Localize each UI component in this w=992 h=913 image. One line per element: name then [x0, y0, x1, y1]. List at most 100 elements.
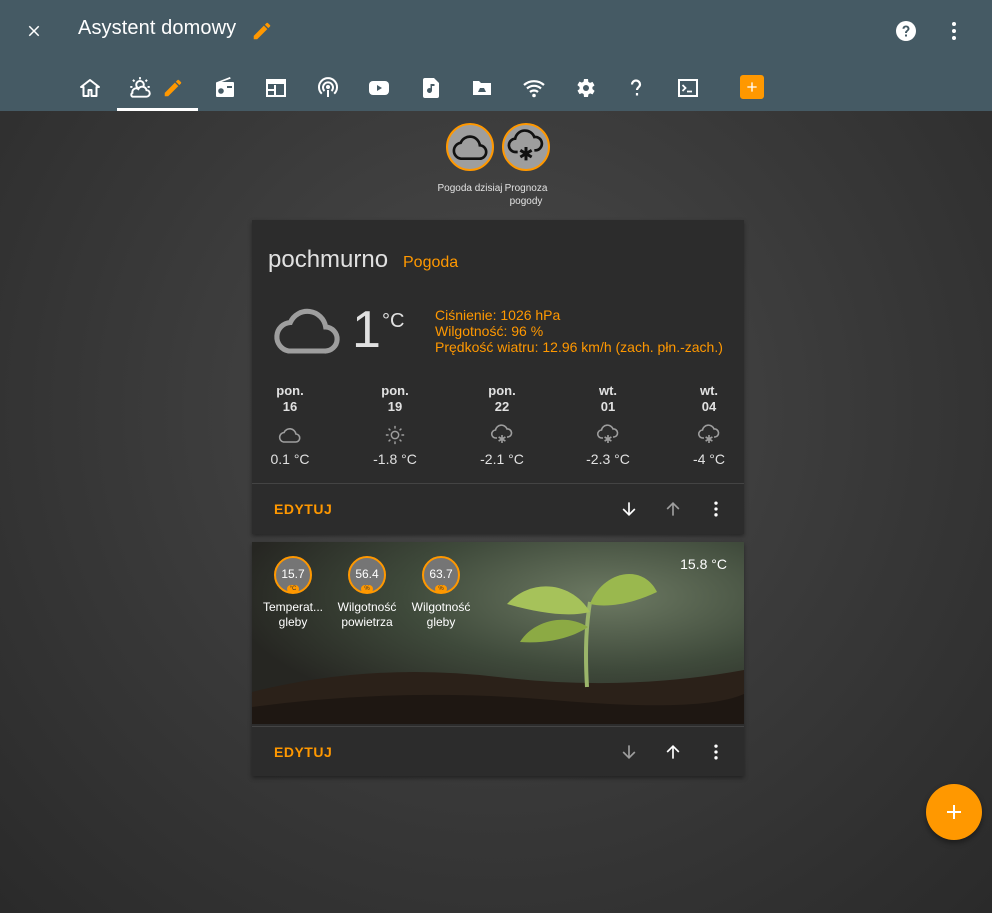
settings-icon [577, 79, 595, 97]
weather-card: pochmurno Pogoda 1 °C Ciśnienie: 1026 hP… [252, 220, 744, 534]
forecast-weekday: pon. [381, 383, 409, 398]
weather-condition: pochmurno [268, 246, 389, 273]
sensor-label: Wilgotność powietrza [337, 600, 397, 629]
card-menu-button[interactable] [704, 740, 728, 764]
tab-help[interactable] [616, 68, 656, 108]
forecast-weekday: wt. [699, 383, 719, 398]
forecast-day: pon. 16 0.1 °C [260, 383, 320, 467]
sensor-unit: % [435, 585, 447, 593]
help-icon [630, 79, 642, 96]
sensor-soil-humidity[interactable]: 63.7 % Wilgotność gleby [406, 556, 476, 630]
cloud-folder-icon [473, 81, 491, 95]
tab-podcast[interactable] [308, 68, 348, 108]
sensor-air-humidity[interactable]: 56.4 % Wilgotność powietrza [332, 556, 402, 630]
weather-temperature: 1 [352, 301, 381, 359]
tab-edit-button[interactable] [153, 68, 193, 108]
plant-picture-card: 15.7 °C Temperat... gleby 56.4 % Wilgotn… [252, 542, 744, 776]
arrow-up-icon [666, 744, 680, 759]
badge-weather-today[interactable]: Pogoda dzisiaj [437, 123, 503, 195]
tab-wifi[interactable] [514, 68, 554, 108]
pencil-icon [253, 22, 271, 40]
wifi-icon [523, 80, 545, 98]
forecast-weekday: pon. [276, 383, 304, 398]
sensor-badge: 63.7 % [422, 556, 460, 594]
badge-label: Prognoza pogody [504, 183, 548, 207]
move-down-button[interactable] [617, 497, 641, 521]
sensor-value: 15.7 [281, 567, 305, 581]
add-card-fab[interactable] [926, 784, 982, 840]
sensor-unit: °C [287, 585, 299, 593]
sensor-label: Wilgotność gleby [411, 600, 471, 629]
arrow-up-icon [666, 501, 680, 516]
snowy-icon [697, 424, 720, 443]
youtube-icon [369, 81, 389, 95]
page-title: Asystent domowy [78, 17, 237, 39]
forecast-day: pon. 22 -2.1 °C [472, 383, 532, 467]
help-button[interactable] [886, 11, 926, 51]
forecast-date: 16 [282, 399, 298, 414]
tab-home[interactable] [70, 68, 110, 108]
close-button[interactable] [14, 11, 54, 51]
move-up-button[interactable] [661, 497, 685, 521]
forecast-temp: -2.1 °C [480, 451, 524, 467]
tab-settings[interactable] [565, 68, 605, 108]
cloud-icon [274, 308, 340, 354]
arrow-down-icon [622, 745, 636, 760]
close-icon [28, 25, 40, 37]
badge-circle [502, 123, 550, 171]
card-menu-button[interactable] [704, 497, 728, 521]
forecast-weekday: wt. [598, 383, 618, 398]
plus-icon [747, 82, 757, 92]
more-menu-button[interactable] [934, 11, 974, 51]
forecast-date: 01 [600, 399, 616, 414]
move-down-button[interactable] [617, 740, 641, 764]
tab-console[interactable] [668, 68, 708, 108]
tab-calendar[interactable] [256, 68, 296, 108]
forecast-temp: -4 °C [692, 451, 726, 467]
snowy-icon [596, 424, 619, 443]
edit-card-button[interactable]: EDYTUJ [274, 501, 332, 517]
forecast-temp: 0.1 °C [270, 451, 310, 467]
forecast-day: wt. 04 -4 °C [679, 383, 739, 467]
add-tab-button[interactable] [740, 75, 764, 99]
sensor-label: Temperat... gleby [262, 600, 324, 629]
sensor-soil-temperature[interactable]: 15.7 °C Temperat... gleby [258, 556, 328, 630]
forecast-day: pon. 19 -1.8 °C [365, 383, 425, 467]
snowy-icon [490, 424, 513, 443]
card-actions: EDYTUJ [252, 726, 744, 776]
edit-title-button[interactable] [242, 11, 282, 51]
plus-icon [947, 805, 961, 819]
weather-entity-name[interactable]: Pogoda [403, 254, 458, 272]
arrow-down-icon [622, 502, 636, 517]
sensor-value: 56.4 [355, 567, 379, 581]
sensor-unit: % [361, 585, 373, 593]
pencil-icon [164, 79, 182, 97]
forecast-date: 22 [494, 399, 510, 414]
help-circle-icon [896, 21, 916, 41]
cloud-icon [278, 428, 301, 443]
home-icon [80, 79, 100, 97]
snowflake-cloud-icon [507, 129, 544, 161]
move-up-button[interactable] [661, 740, 685, 764]
forecast-day: wt. 01 -2.3 °C [578, 383, 638, 467]
picture-temperature[interactable]: 15.8 °C [680, 556, 727, 572]
tab-cloud-folder[interactable] [462, 68, 502, 108]
sun-icon [385, 425, 405, 445]
temperature-unit: °C [382, 310, 405, 332]
tab-music-file[interactable] [411, 68, 451, 108]
tab-radio[interactable] [205, 68, 245, 108]
sensor-value: 63.7 [429, 567, 453, 581]
forecast-temp: -2.3 °C [586, 451, 630, 467]
wind-speed-value: Prędkość wiatru: 12.96 km/h (zach. płn.-… [435, 339, 723, 355]
podcast-icon [318, 77, 338, 97]
app-header: Asystent domowy [0, 0, 992, 111]
active-tab-indicator [117, 108, 198, 111]
forecast-date: 19 [387, 399, 403, 414]
badge-weather-forecast[interactable]: Prognoza pogody [501, 123, 551, 208]
radio-icon [215, 77, 234, 97]
plant-picture[interactable]: 15.7 °C Temperat... gleby 56.4 % Wilgotn… [252, 542, 744, 724]
dots-vertical-icon [714, 744, 718, 760]
tab-youtube[interactable] [359, 68, 399, 108]
edit-card-button[interactable]: EDYTUJ [274, 744, 332, 760]
forecast-date: 04 [701, 399, 717, 414]
